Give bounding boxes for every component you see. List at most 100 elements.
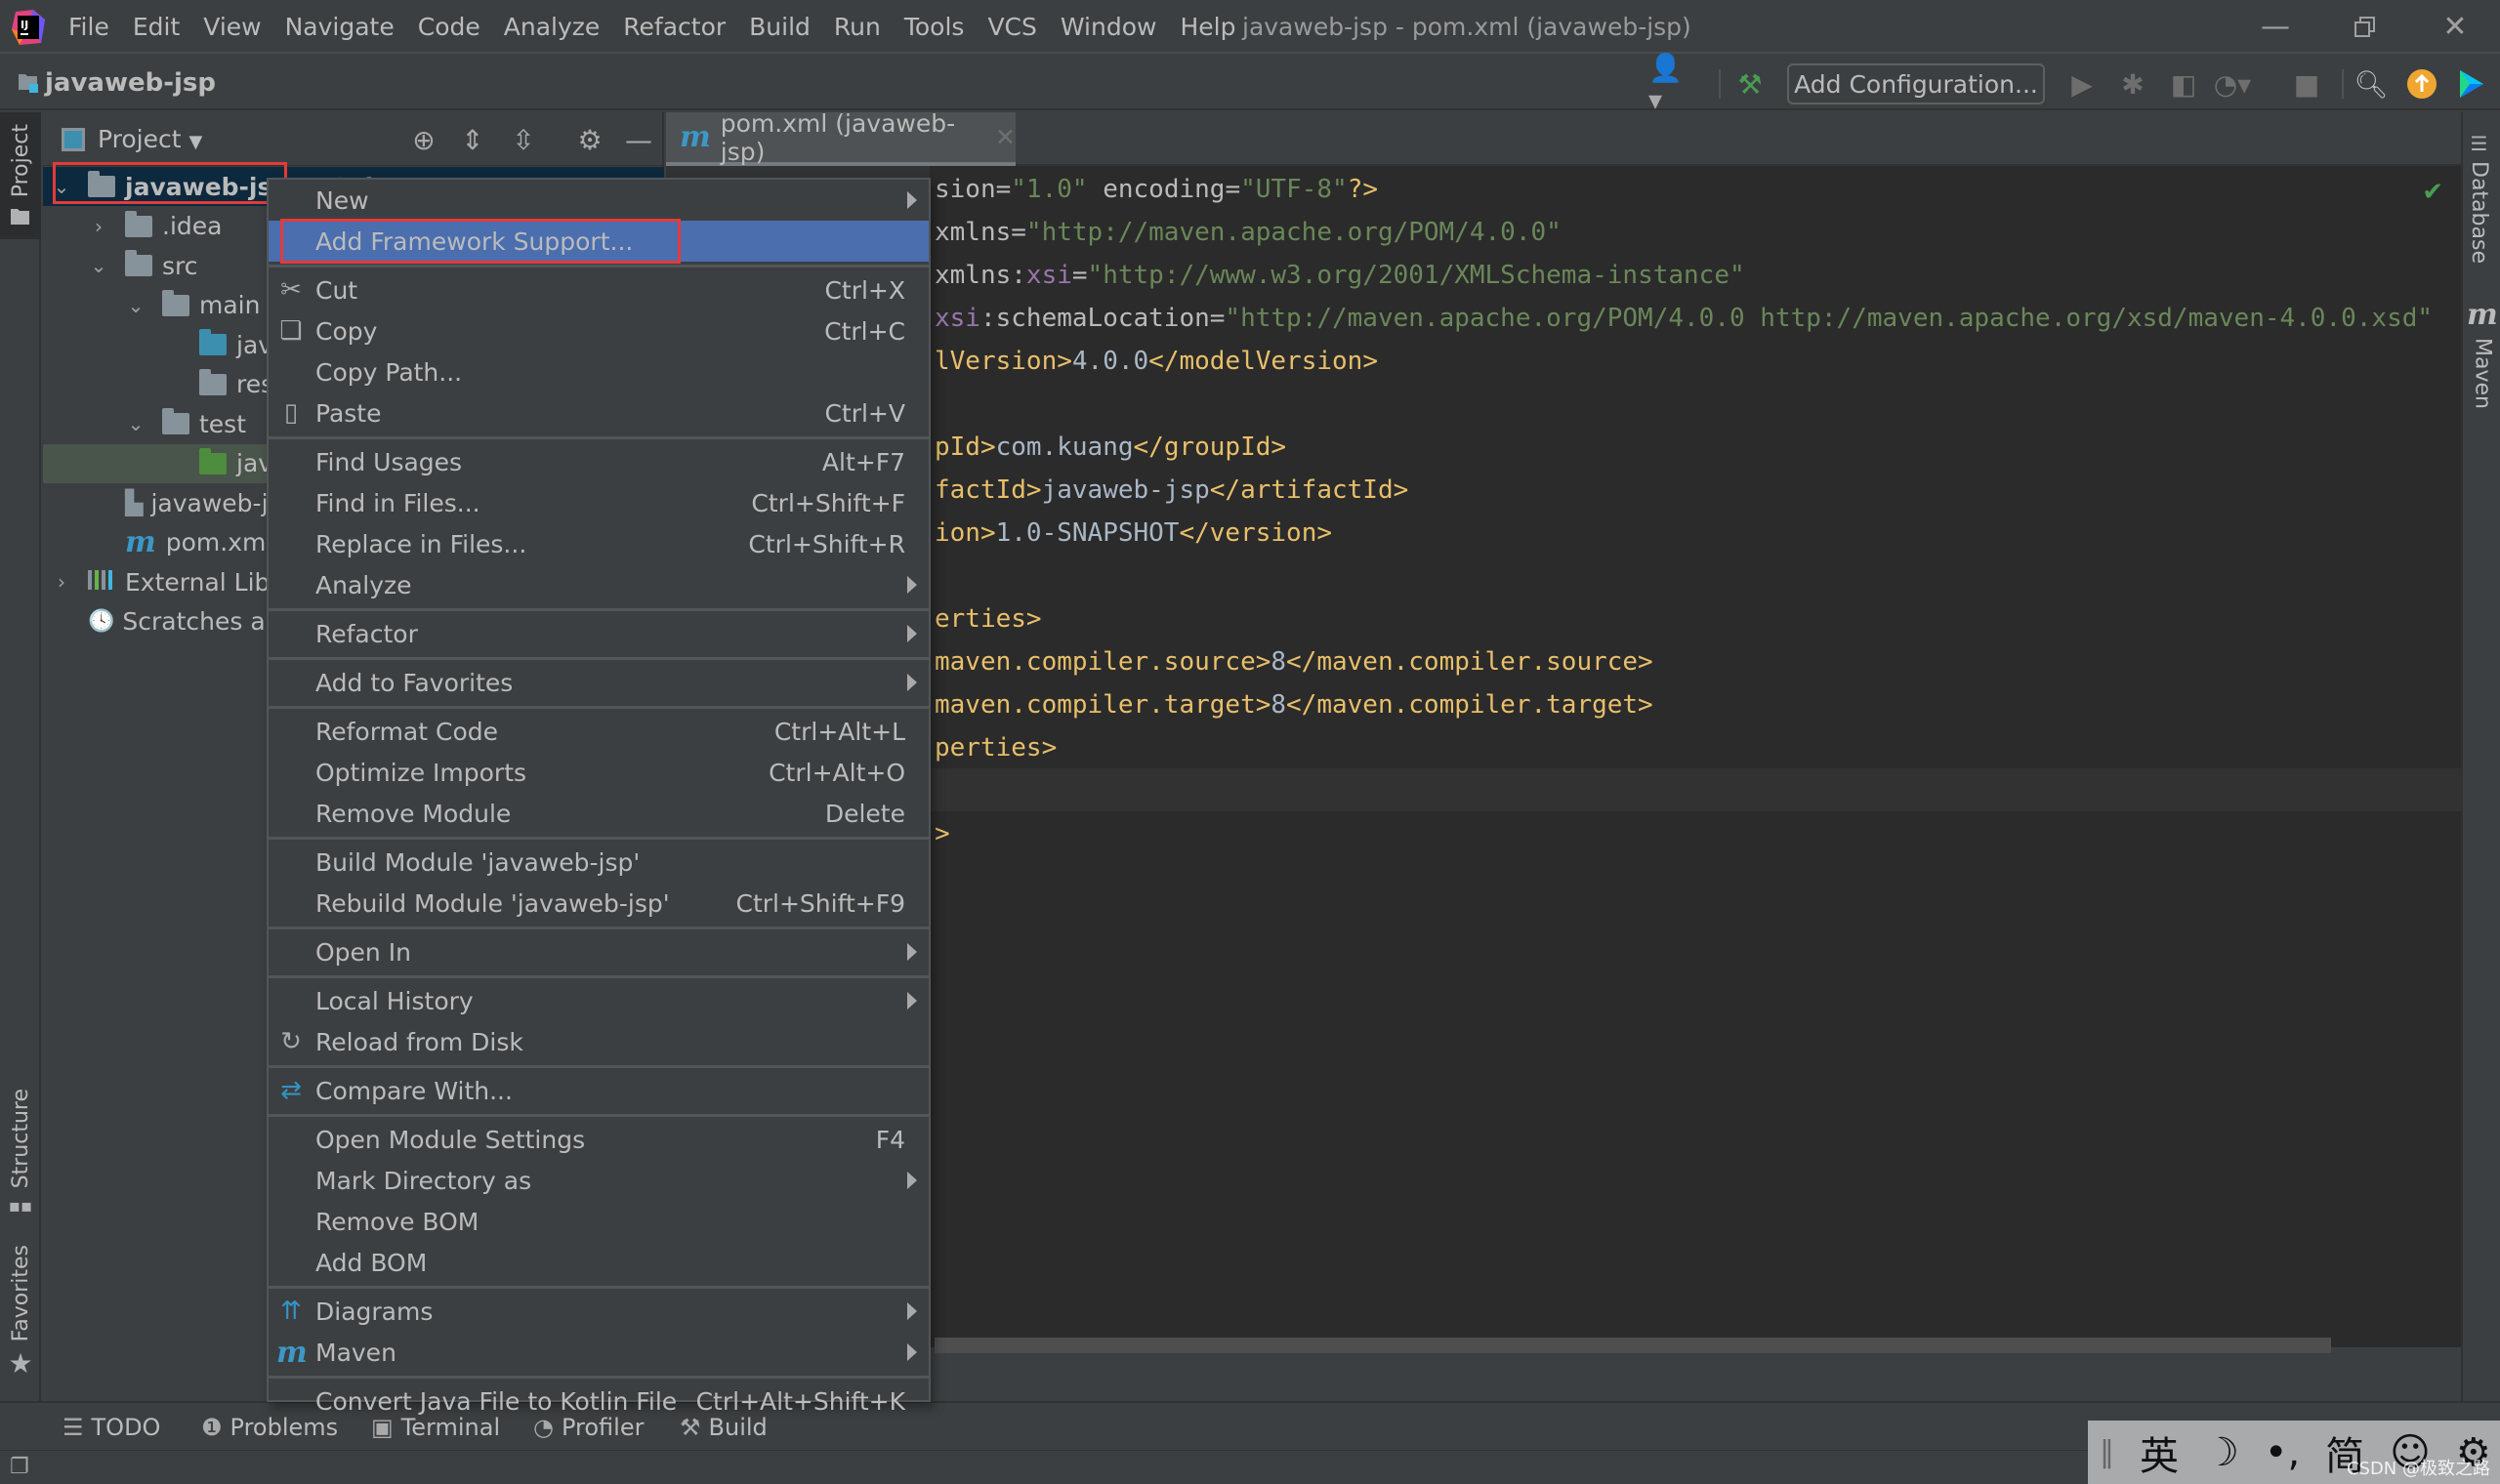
menu-item-compare-with[interactable]: ⇄ Compare With...: [269, 1070, 929, 1111]
menu-item-refactor[interactable]: Refactor: [269, 613, 929, 654]
close-tab-icon[interactable]: ✕: [995, 123, 1016, 151]
menu-item-remove-bom[interactable]: Remove BOM: [269, 1201, 929, 1242]
menu-item-add-bom[interactable]: Add BOM: [269, 1242, 929, 1283]
menu-tools[interactable]: Tools: [904, 13, 977, 41]
menu-item-find-usages[interactable]: Find Usages Alt+F7: [269, 441, 929, 482]
menu-item-label: Reformat Code: [315, 717, 498, 746]
scratches-icon: 🕓: [88, 609, 115, 634]
menu-item-analyze[interactable]: Analyze: [269, 564, 929, 605]
collapse-all-button[interactable]: ⇳: [504, 120, 543, 159]
menu-item-shortcut: Ctrl+V: [824, 398, 905, 428]
punctuation-icon[interactable]: •,: [2265, 1430, 2300, 1475]
menu-item-label: Remove Module: [315, 799, 512, 828]
menu-item-diagrams[interactable]: ⇈ Diagrams: [269, 1291, 929, 1332]
horizontal-scrollbar[interactable]: [935, 1338, 2331, 1353]
menu-navigate[interactable]: Navigate: [285, 13, 406, 41]
menu-item-copy[interactable]: ❏ Copy Ctrl+C: [269, 310, 929, 351]
crosshair-icon: ⊕: [412, 123, 436, 156]
search-everywhere-button[interactable]: 🔍︎: [2352, 63, 2391, 104]
project-tool-tab[interactable]: Project: [0, 112, 41, 239]
project-view-selector[interactable]: Project ▼: [98, 112, 202, 166]
code-editor[interactable]: sion="1.0" encoding="UTF-8"?> xmlns="http…: [666, 166, 2461, 1353]
update-button[interactable]: [2402, 63, 2441, 104]
todo-tool-button[interactable]: ☰ TODO: [62, 1403, 160, 1452]
menu-item-find-in-files[interactable]: Find in Files... Ctrl+Shift+F: [269, 482, 929, 523]
menu-view[interactable]: View: [203, 13, 272, 41]
menu-item-mark-directory-as[interactable]: Mark Directory as: [269, 1160, 929, 1201]
profile-button[interactable]: ◔▾: [2213, 63, 2252, 104]
toggle-tool-windows-icon[interactable]: ❐: [10, 1455, 29, 1479]
database-tool-tab[interactable]: ☰ Database: [2467, 132, 2491, 264]
menu-item-shortcut: Ctrl+X: [824, 275, 905, 305]
menu-item-maven[interactable]: m Maven: [269, 1332, 929, 1373]
menu-item-convert-java-file-to-kotlin-file[interactable]: Convert Java File to Kotlin File Ctrl+Alt…: [269, 1381, 929, 1422]
menu-item-build-module-javaweb-jsp[interactable]: Build Module 'javaweb-jsp': [269, 842, 929, 883]
maven-tool-tab[interactable]: m Maven: [2467, 298, 2498, 409]
hide-panel-button[interactable]: —: [619, 120, 658, 159]
menu-item-reformat-code[interactable]: Reformat Code Ctrl+Alt+L: [269, 711, 929, 752]
menu-item-rebuild-module-javaweb-jsp[interactable]: Rebuild Module 'javaweb-jsp' Ctrl+Shift+F…: [269, 883, 929, 924]
run-button[interactable]: ▶: [2062, 63, 2102, 104]
menu-item-open-module-settings[interactable]: Open Module Settings F4: [269, 1119, 929, 1160]
menu-build[interactable]: Build: [749, 13, 822, 41]
build-button[interactable]: ⚒: [1730, 63, 1770, 104]
locate-file-button[interactable]: ⊕: [404, 120, 443, 159]
chevron-down-icon[interactable]: ⌄: [88, 254, 109, 277]
submenu-arrow-icon: [907, 625, 917, 642]
menu-run[interactable]: Run: [834, 13, 893, 41]
menu-item-reload-from-disk[interactable]: ↻ Reload from Disk: [269, 1021, 929, 1062]
menu-analyze[interactable]: Analyze: [504, 13, 612, 41]
ime-mode-button[interactable]: 英: [2140, 1424, 2179, 1481]
tab-pom-xml[interactable]: m pom.xml (javaweb-jsp) ✕: [666, 109, 1016, 166]
menu-help[interactable]: Help: [1180, 13, 1247, 41]
breadcrumb-project[interactable]: javaweb-jsp: [18, 56, 216, 110]
add-configuration-button[interactable]: Add Configuration...: [1787, 63, 2045, 104]
coverage-button[interactable]: ◧: [2164, 63, 2203, 104]
chevron-down-icon[interactable]: ⌄: [125, 412, 146, 435]
menu-window[interactable]: Window: [1061, 13, 1169, 41]
menu-item-label: Refactor: [315, 619, 418, 648]
menu-item-optimize-imports[interactable]: Optimize Imports Ctrl+Alt+O: [269, 752, 929, 793]
menu-refactor[interactable]: Refactor: [623, 13, 737, 41]
menu-item-open-in[interactable]: Open In: [269, 931, 929, 972]
toolbox-button[interactable]: [2451, 63, 2490, 104]
close-window-button[interactable]: ✕: [2426, 0, 2484, 54]
debug-button[interactable]: ✱: [2113, 63, 2152, 104]
panel-settings-button[interactable]: ⚙: [570, 120, 609, 159]
stop-button[interactable]: ■: [2287, 63, 2326, 104]
chevron-right-icon[interactable]: ›: [88, 215, 109, 238]
menu-item-copy-path[interactable]: Copy Path...: [269, 351, 929, 392]
code-line: maven.compiler.target>8</maven.compiler.…: [935, 690, 1653, 720]
menu-item-paste[interactable]: ▯ Paste Ctrl+V: [269, 392, 929, 433]
menu-vcs[interactable]: VCS: [987, 13, 1048, 41]
chevron-down-icon[interactable]: ⌄: [125, 294, 146, 317]
restore-button[interactable]: [2336, 0, 2395, 54]
favorites-tool-tab[interactable]: Favorites ★: [0, 1245, 41, 1380]
menu-item-remove-module[interactable]: Remove Module Delete: [269, 793, 929, 834]
menu-item-local-history[interactable]: Local History: [269, 980, 929, 1021]
menu-item-new[interactable]: New: [269, 180, 929, 221]
ime-drag-handle[interactable]: ‖: [2100, 1435, 2114, 1469]
expand-all-button[interactable]: ⇕: [453, 120, 492, 159]
iml-file-icon: ▙: [125, 489, 144, 516]
menu-item-replace-in-files[interactable]: Replace in Files... Ctrl+Shift+R: [269, 523, 929, 564]
chevron-right-icon[interactable]: ›: [51, 570, 72, 594]
menu-file[interactable]: File: [68, 13, 121, 41]
submenu-arrow-icon: [907, 1302, 917, 1320]
menu-edit[interactable]: Edit: [133, 13, 191, 41]
menu-item-cut[interactable]: ✂ Cut Ctrl+X: [269, 269, 929, 310]
menu-code[interactable]: Code: [418, 13, 492, 41]
submenu-arrow-icon: [907, 943, 917, 961]
moon-icon[interactable]: ☽: [2204, 1430, 2239, 1475]
code-line: >: [935, 819, 950, 848]
menu-item-add-to-favorites[interactable]: Add to Favorites: [269, 662, 929, 703]
minimize-button[interactable]: —: [2246, 0, 2305, 54]
structure-tool-tab[interactable]: Structure ▪▪: [0, 1089, 41, 1216]
stop-icon: ■: [2293, 67, 2320, 101]
editor-tab-bar: m pom.xml (javaweb-jsp) ✕: [666, 109, 2461, 166]
menu-item-label: Copy Path...: [315, 357, 463, 387]
folder-icon: [125, 210, 152, 237]
inspection-ok-icon[interactable]: ✔: [2422, 178, 2443, 207]
code-line: pId>com.kuang</groupId>: [935, 433, 1287, 462]
vcs-user-button[interactable]: 👤▾: [1648, 52, 1688, 116]
